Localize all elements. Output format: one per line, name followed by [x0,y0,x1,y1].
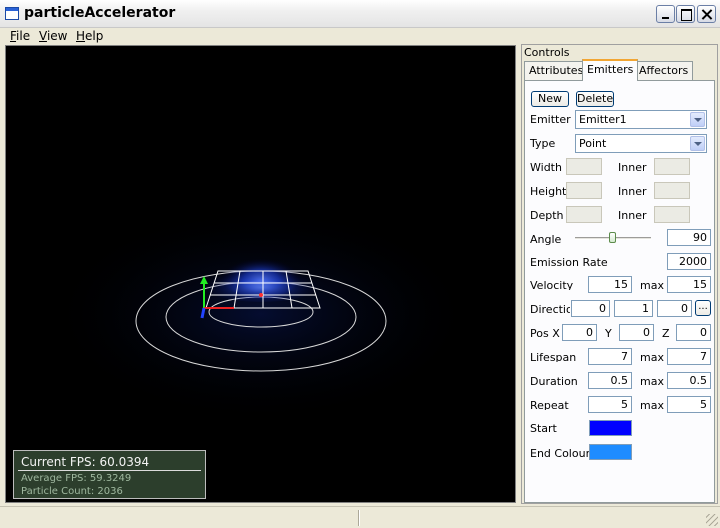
depth-field [566,206,602,223]
emission-rate-label: Emission Rate [530,256,608,269]
emitter-select[interactable]: Emitter1 [575,110,707,129]
type-label: Type [530,137,556,150]
type-select-value: Point [579,137,607,150]
controls-dock: Controls Attributes Emitters Affectors N… [521,44,718,504]
height-field [566,182,602,199]
tab-attributes[interactable]: Attributes [524,61,589,80]
average-fps-text: Average FPS: 59.3249 [21,473,132,484]
depth-label: Depth [530,209,564,222]
dock-title: Controls [524,46,570,59]
repeat-label: Repeat [530,399,569,415]
repeat-min-field[interactable]: 5 [588,396,632,413]
angle-label: Angle [530,233,562,246]
minimize-button[interactable] [656,5,675,23]
end-colour-label: End Colour [530,447,591,460]
close-button[interactable] [697,5,716,23]
velocity-max-field[interactable]: 15 [667,276,711,293]
delete-emitter-button[interactable]: Delete [576,91,614,107]
start-colour-label: Start Colour [530,423,566,435]
duration-label: Duration [530,375,578,391]
repeat-max-label: max [640,399,664,412]
tab-affectors[interactable]: Affectors [634,61,694,80]
end-colour-swatch[interactable] [589,444,632,460]
emission-rate-field[interactable]: 2000 [667,253,711,270]
lifespan-max-field[interactable]: 7 [667,348,711,365]
width-inner-field [654,158,690,175]
pos-y-field[interactable]: 0 [619,324,654,341]
resize-grip-icon[interactable] [706,514,718,526]
status-separator [358,510,360,526]
pos-z-field[interactable]: 0 [676,324,711,341]
width-label: Width [530,161,562,174]
emitters-panel: New Delete Emitter Emitter1 Type Point W… [524,80,715,503]
direction-y-field[interactable]: 1 [614,300,653,317]
type-select[interactable]: Point [575,134,707,153]
status-bar [0,506,720,528]
app-window-icon [5,7,19,20]
title-bar: particleAccelerator [0,0,720,28]
height-label: Height [530,185,567,198]
chevron-down-icon[interactable] [690,136,705,151]
menu-file[interactable]: File [10,29,30,43]
particle-scene [46,204,476,424]
pos-x-field[interactable]: 0 [562,324,597,341]
duration-max-field[interactable]: 0.5 [667,372,711,389]
menu-view[interactable]: View [39,29,67,43]
fps-divider [18,470,201,471]
fps-overlay: Current FPS: 60.0394 Average FPS: 59.324… [13,450,206,499]
duration-min-field[interactable]: 0.5 [588,372,632,389]
maximize-button[interactable] [676,5,695,23]
angle-slider-handle[interactable] [609,232,616,243]
angle-field[interactable]: 90 [667,229,711,246]
tab-emitters[interactable]: Emitters [582,59,639,81]
depth-inner-label: Inner [618,209,647,222]
velocity-min-field[interactable]: 15 [588,276,632,293]
menu-help[interactable]: Help [76,29,103,43]
menu-bar: File View Help [0,28,720,44]
emitter-label: Emitter [530,113,571,126]
current-fps-text: Current FPS: 60.0394 [21,455,150,469]
window-title: particleAccelerator [24,5,176,21]
direction-x-field[interactable]: 0 [571,300,610,317]
lifespan-label: Lifespan [530,351,577,367]
velocity-label: Velocity [530,279,574,295]
lifespan-max-label: max [640,351,664,364]
lifespan-min-field[interactable]: 7 [588,348,632,365]
pos-y-label: Y [605,327,612,340]
start-colour-swatch[interactable] [589,420,632,436]
particle-haze [46,204,476,424]
depth-inner-field [654,206,690,223]
direction-z-field[interactable]: 0 [657,300,692,317]
height-inner-field [654,182,690,199]
width-inner-label: Inner [618,161,647,174]
direction-picker-button[interactable]: ... [695,300,711,316]
particle-count-text: Particle Count: 2036 [21,486,123,497]
pos-x-label: Pos X [530,327,560,340]
emitter-select-value: Emitter1 [579,113,627,126]
repeat-max-field[interactable]: 5 [667,396,711,413]
chevron-down-icon[interactable] [690,112,705,127]
width-field [566,158,602,175]
direction-label: Direction [530,303,570,316]
velocity-max-label: max [640,279,664,292]
pos-z-label: Z [662,327,670,340]
new-emitter-button[interactable]: New [531,91,569,107]
duration-max-label: max [640,375,664,388]
height-inner-label: Inner [618,185,647,198]
render-viewport[interactable]: Current FPS: 60.0394 Average FPS: 59.324… [5,45,516,503]
